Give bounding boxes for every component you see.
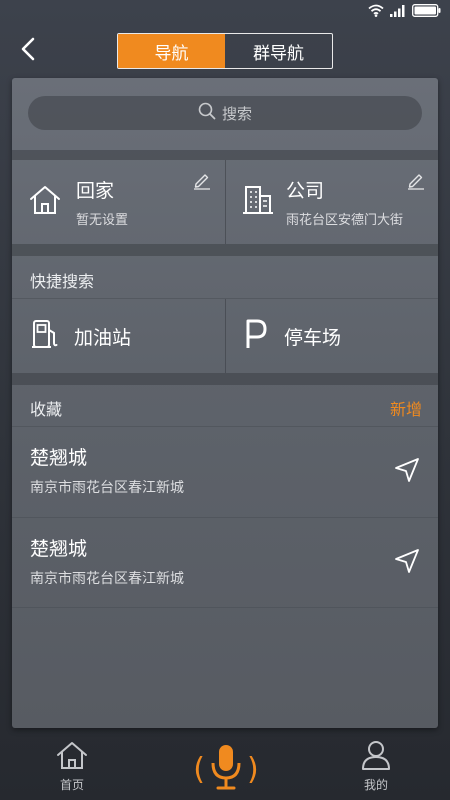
favorite-address: 南京市雨花台区春江新城: [30, 571, 184, 587]
navigation-mode-tabs: 导航 群导航: [117, 33, 333, 69]
parking-icon: [242, 318, 270, 354]
edit-home-pencil-icon[interactable]: [192, 170, 212, 194]
home-subtitle: 暂无设置: [76, 213, 129, 228]
gas-station-item[interactable]: 加油站: [12, 299, 225, 373]
divider: [12, 244, 438, 256]
gas-station-icon: [30, 318, 60, 354]
office-building-icon: [242, 184, 274, 220]
tab-group-navigation[interactable]: 群导航: [225, 34, 332, 68]
main-panel: 搜索 回家 暂无设置 公司 雨花台区安德门大街 快捷搜索 加油站 停车场 收藏 …: [12, 78, 438, 728]
favorite-item[interactable]: 楚翘城 南京市雨花台区春江新城: [12, 518, 438, 608]
tab-home[interactable]: 首页: [56, 740, 88, 793]
shortcut-row: 回家 暂无设置 公司 雨花台区安德门大街: [12, 160, 438, 244]
parking-item[interactable]: 停车场: [226, 299, 438, 373]
gas-station-label: 加油站: [74, 326, 132, 349]
home-shortcut[interactable]: 回家 暂无设置: [12, 160, 225, 244]
divider: [12, 373, 438, 385]
status-bar: [0, 0, 450, 26]
navigate-arrow-icon[interactable]: [394, 548, 420, 578]
quick-search-row: 加油站 停车场: [12, 299, 438, 373]
favorite-address: 南京市雨花台区春江新城: [30, 480, 184, 496]
voice-wave-right: ): [247, 751, 259, 787]
tab-home-label: 首页: [59, 778, 84, 792]
search-icon: [198, 102, 216, 124]
company-subtitle: 雨花台区安德门大街: [286, 213, 404, 228]
wifi-icon: [368, 4, 384, 17]
chevron-left-icon: [21, 37, 35, 65]
favorite-name: 楚翘城: [30, 447, 88, 469]
search-input[interactable]: 搜索: [28, 96, 422, 130]
favorite-item[interactable]: 楚翘城 南京市雨花台区春江新城: [12, 427, 438, 517]
divider: [12, 150, 438, 160]
microphone-icon: [209, 743, 243, 795]
status-icons: [368, 4, 442, 17]
search-bar[interactable]: 搜索: [28, 96, 422, 130]
parking-label: 停车场: [284, 326, 342, 349]
quick-search-title: 快捷搜索: [30, 272, 95, 291]
search-placeholder: 搜索: [221, 104, 252, 123]
voice-input-button[interactable]: ( ): [186, 744, 266, 794]
home-icon: [28, 183, 62, 221]
favorites-title: 收藏: [30, 400, 63, 419]
tab-navigation[interactable]: 导航: [118, 34, 225, 68]
signal-icon: [390, 4, 406, 17]
battery-icon: [412, 4, 442, 17]
bottom-nav: 首页 ( ) 我的: [0, 736, 450, 800]
navigate-arrow-icon[interactable]: [394, 457, 420, 487]
tab-mine-label: 我的: [363, 778, 388, 792]
user-icon: [360, 740, 392, 774]
edit-company-pencil-icon[interactable]: [406, 170, 426, 194]
company-shortcut[interactable]: 公司 雨花台区安德门大街: [226, 160, 438, 244]
tab-mine[interactable]: 我的: [360, 740, 392, 793]
home-icon: [56, 740, 88, 774]
divider: [12, 607, 438, 608]
home-title: 回家: [76, 180, 115, 202]
company-title: 公司: [286, 180, 325, 202]
voice-wave-left: (: [193, 751, 205, 787]
add-favorite-link[interactable]: 新增: [390, 396, 422, 420]
back-button[interactable]: [14, 36, 42, 66]
favorite-name: 楚翘城: [30, 538, 88, 560]
